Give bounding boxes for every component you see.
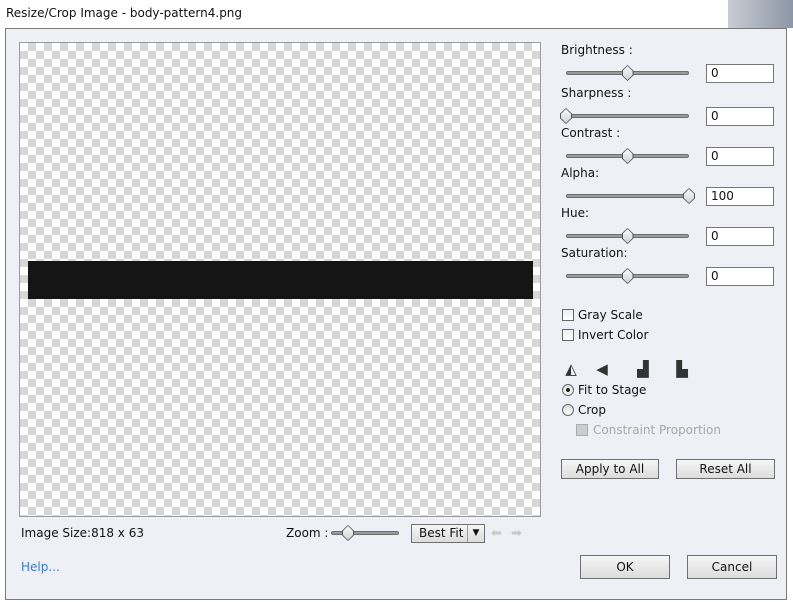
zoom-select-value: Best Fit (419, 526, 464, 540)
ok-button[interactable]: OK (580, 555, 670, 579)
fit-to-stage-radio[interactable] (562, 384, 574, 396)
fit-to-stage-label: Fit to Stage (578, 383, 647, 397)
sharpness-label: Sharpness : (561, 86, 632, 100)
brightness-input[interactable]: 0 (706, 64, 774, 83)
arrow-right-icon[interactable]: ➡ (511, 526, 522, 541)
constraint-proportion-label: Constraint Proportion (593, 423, 721, 437)
hue-input[interactable]: 0 (706, 227, 774, 246)
flip-vertical-icon[interactable]: ◀ (593, 360, 611, 378)
arrow-left-icon[interactable]: ⬅ (491, 526, 502, 541)
gray-scale-label: Gray Scale (578, 308, 643, 322)
hue-label: Hue: (561, 206, 590, 220)
saturation-label: Saturation: (561, 246, 628, 260)
invert-color-checkbox[interactable] (562, 329, 574, 341)
alpha-label: Alpha: (561, 166, 600, 180)
brightness-label: Brightness : (561, 43, 633, 57)
window-title: Resize/Crop Image - body-pattern4.png (6, 6, 243, 20)
alpha-slider-track[interactable] (566, 194, 689, 198)
flip-horizontal-icon[interactable]: ◭ (562, 360, 580, 378)
zoom-select[interactable]: Best Fit ▼ (411, 524, 485, 543)
saturation-input[interactable]: 0 (706, 267, 774, 286)
apply-to-all-button[interactable]: Apply to All (561, 459, 659, 479)
help-link[interactable]: Help... (21, 560, 60, 574)
crop-radio[interactable] (562, 404, 574, 416)
rotate-right-icon[interactable]: ▙ (673, 360, 691, 378)
contrast-input[interactable]: 0 (706, 147, 774, 166)
background-window (728, 0, 793, 28)
constraint-proportion-checkbox[interactable] (576, 424, 588, 436)
sharpness-input[interactable]: 0 (706, 107, 774, 126)
chevron-down-icon: ▼ (467, 525, 484, 542)
image-size-label: Image Size:818 x 63 (21, 526, 144, 540)
image-content (28, 261, 533, 299)
cancel-button[interactable]: Cancel (687, 555, 777, 579)
contrast-label: Contrast : (561, 126, 621, 140)
zoom-slider-track[interactable] (331, 531, 399, 535)
reset-all-button[interactable]: Reset All (676, 459, 775, 479)
zoom-label: Zoom : (286, 526, 329, 540)
sharpness-slider-track[interactable] (566, 114, 689, 118)
rotate-left-icon[interactable]: ▟ (634, 360, 652, 378)
invert-color-label: Invert Color (578, 328, 649, 342)
gray-scale-checkbox[interactable] (562, 309, 574, 321)
alpha-input[interactable]: 100 (706, 187, 774, 206)
crop-label: Crop (578, 403, 607, 417)
